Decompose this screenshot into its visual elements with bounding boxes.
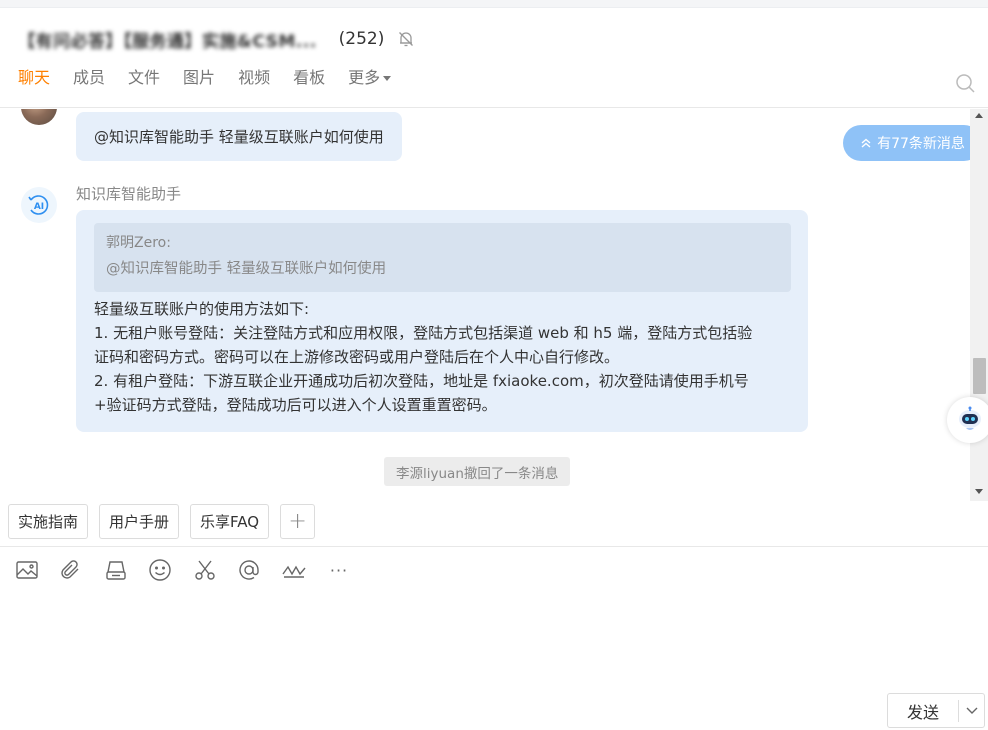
new-messages-button[interactable]: 有77条新消息	[843, 125, 982, 161]
tab-members[interactable]: 成员	[73, 66, 105, 90]
scrollbar-thumb[interactable]	[973, 358, 986, 394]
quick-shortcuts: 实施指南 用户手册 乐享FAQ +	[8, 504, 326, 539]
tab-images[interactable]: 图片	[183, 66, 215, 90]
tab-board[interactable]: 看板	[293, 66, 325, 90]
tab-videos[interactable]: 视频	[238, 66, 270, 90]
ai-answer-line: 2. 有租户登陆：下游互联企业开通成功后初次登陆，地址是 fxiaoke.com…	[94, 372, 749, 390]
ai-answer-line: 证码和密码方式。密码可以在上游修改密码或用户登陆后在个人中心自行修改。	[94, 348, 620, 366]
emoji-icon[interactable]	[147, 557, 173, 583]
quote-author: 郭明Zero:	[106, 235, 171, 251]
message-list[interactable]: @知识库智能助手 轻量级互联账户如何使用 有77条新消息 AI 知识库智能助手 …	[0, 109, 988, 501]
ai-answer-line: 轻量级互联账户的使用方法如下:	[94, 300, 310, 318]
ai-sender-name: 知识库智能助手	[76, 185, 182, 203]
tab-bar: 聊天 成员 文件 图片 视频 看板 更多	[18, 66, 414, 90]
double-chevron-up-icon	[861, 138, 871, 148]
user-message-bubble: @知识库智能助手 轻量级互联账户如何使用	[76, 112, 402, 161]
tab-files[interactable]: 文件	[128, 66, 160, 90]
attachment-icon[interactable]	[58, 557, 84, 583]
send-button-group: 发送	[887, 693, 985, 728]
quote-text: @知识库智能助手 轻量级互联账户如何使用	[106, 261, 387, 277]
mention-icon[interactable]	[236, 557, 262, 583]
signature-icon[interactable]	[281, 557, 307, 583]
ai-assistant-avatar[interactable]: AI	[21, 187, 57, 223]
caret-down-icon	[383, 75, 392, 81]
chat-header: 【有问必答】【服务通】实施&CSM... (252) 聊天 成员 文件 图片 视…	[0, 8, 988, 108]
tab-more[interactable]: 更多	[348, 66, 392, 90]
title-row: 【有问必答】【服务通】实施&CSM... (252)	[18, 26, 416, 52]
ai-avatar-label: AI	[34, 202, 44, 212]
group-name[interactable]: 【有问必答】【服务通】实施&CSM...	[18, 27, 317, 52]
tab-more-label: 更多	[348, 68, 381, 87]
more-tools-icon[interactable]: ···	[326, 557, 352, 583]
ai-message-bubble: 郭明Zero: @知识库智能助手 轻量级互联账户如何使用 轻量级互联账户的使用方…	[76, 210, 808, 432]
send-options-chevron-icon[interactable]	[959, 706, 984, 716]
window-top-strip	[0, 0, 988, 8]
send-button[interactable]: 发送	[888, 699, 958, 723]
ai-answer-text: 轻量级互联账户的使用方法如下: 1. 无租户账号登陆：关注登陆方式和应用权限，登…	[94, 297, 794, 417]
add-shortcut-button[interactable]: +	[280, 504, 316, 539]
shortcut-chip[interactable]: 实施指南	[8, 504, 89, 539]
ai-answer-line: 1. 无租户账号登陆：关注登陆方式和应用权限，登陆方式包括渠道 web 和 h5…	[94, 324, 753, 342]
user-avatar[interactable]	[21, 109, 57, 125]
scissors-icon[interactable]	[192, 557, 218, 583]
quoted-message[interactable]: 郭明Zero: @知识库智能助手 轻量级互联账户如何使用	[94, 223, 791, 292]
shortcut-chip[interactable]: 乐享FAQ	[190, 504, 270, 539]
ai-answer-line: +验证码方式登陆，登陆成功后可以进入个人设置重置密码。	[94, 396, 497, 414]
mute-bell-icon[interactable]	[396, 29, 416, 49]
new-messages-label: 有77条新消息	[877, 136, 965, 152]
robot-assistant-icon[interactable]	[947, 397, 988, 443]
shortcut-chip[interactable]: 用户手册	[99, 504, 180, 539]
member-count: (252)	[338, 29, 385, 49]
search-icon[interactable]	[954, 72, 978, 96]
tab-chat[interactable]: 聊天	[18, 66, 50, 90]
disk-icon[interactable]	[103, 557, 129, 583]
scroll-up-arrow-icon[interactable]	[975, 113, 983, 118]
composer-toolbar: ···	[0, 546, 988, 592]
more-tools-glyph: ···	[329, 560, 349, 580]
recall-notice: 李源liyuan撤回了一条消息	[384, 457, 571, 486]
image-icon[interactable]	[14, 557, 40, 583]
scroll-down-arrow-icon[interactable]	[975, 489, 983, 494]
